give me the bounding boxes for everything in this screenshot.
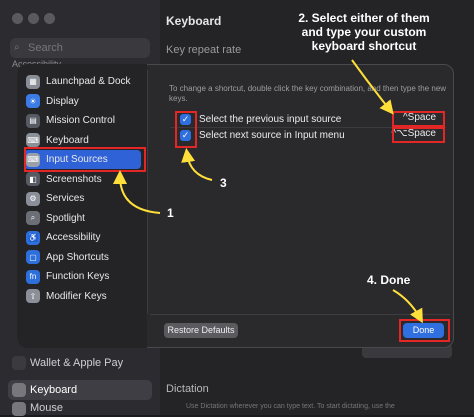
arrow-step-4 bbox=[392, 289, 423, 324]
annotation-arrows bbox=[113, 59, 423, 324]
arrow-step-1 bbox=[113, 170, 161, 214]
arrow-step-3 bbox=[181, 148, 213, 181]
arrow-step-2 bbox=[351, 59, 394, 115]
